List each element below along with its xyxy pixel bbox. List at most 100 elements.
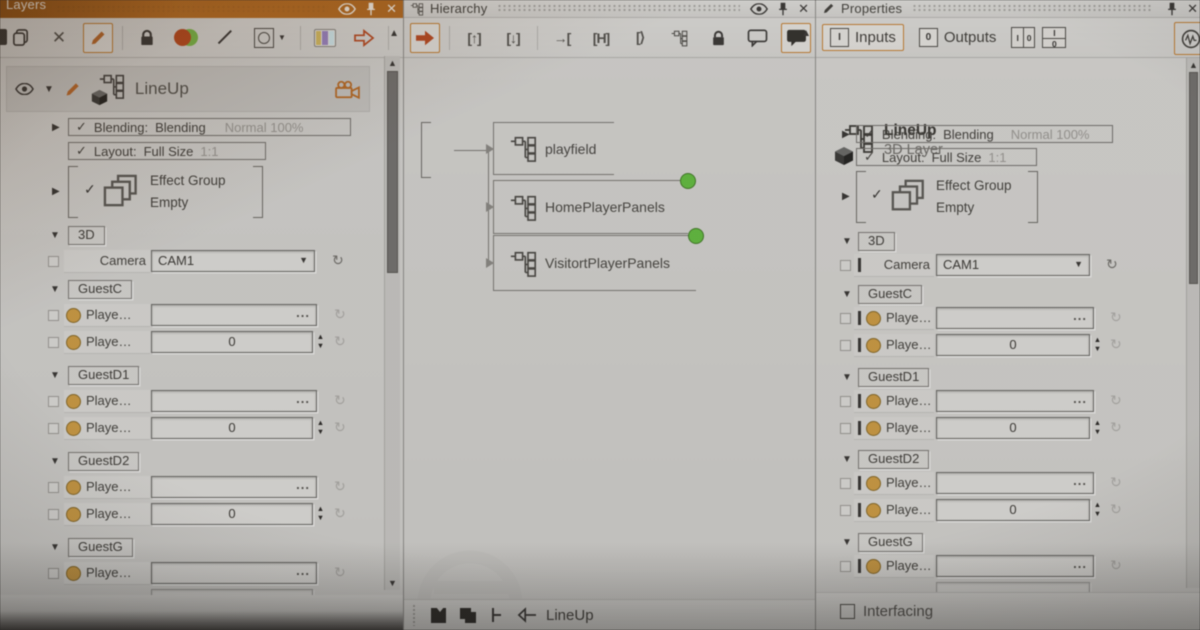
section-label[interactable]: GuestD1 bbox=[858, 368, 929, 387]
export-down-button[interactable]: [↓] bbox=[498, 23, 528, 53]
row-checkbox[interactable] bbox=[840, 260, 851, 271]
io-stacked-view-button[interactable]: I0 bbox=[1042, 27, 1066, 48]
row-checkbox[interactable] bbox=[48, 256, 59, 267]
section-label[interactable]: GuestD1 bbox=[68, 366, 139, 385]
properties-scrollbar[interactable]: ▲ bbox=[1186, 58, 1200, 588]
expander-icon[interactable]: ▶ bbox=[52, 186, 60, 197]
node-playfield[interactable]: playfield bbox=[502, 122, 614, 175]
browse-ellipsis[interactable]: ... bbox=[1073, 556, 1087, 571]
expander-icon[interactable]: ▶ bbox=[842, 129, 850, 140]
export-up-button[interactable]: [↑] bbox=[459, 23, 489, 53]
camera-dropdown[interactable]: CAM1 ▼ bbox=[151, 250, 315, 272]
toolbar-scroll-up[interactable]: ▲ bbox=[801, 28, 811, 39]
player-text-field[interactable]: ... bbox=[936, 307, 1094, 329]
section-label[interactable]: GuestD2 bbox=[858, 450, 929, 469]
pages-icon[interactable] bbox=[460, 608, 476, 623]
close-icon[interactable]: ✕ bbox=[798, 1, 809, 17]
row-checkbox[interactable] bbox=[48, 568, 59, 579]
row-checkbox[interactable] bbox=[840, 505, 851, 516]
player-text-field[interactable]: ... bbox=[151, 390, 317, 412]
row-checkbox[interactable] bbox=[48, 310, 59, 321]
stepper-control[interactable]: ▲▼ bbox=[315, 418, 326, 438]
stepper-control[interactable]: ▲▼ bbox=[1092, 500, 1103, 520]
browse-ellipsis[interactable]: ... bbox=[1073, 308, 1087, 323]
camera-dropdown[interactable]: CAM1 ▼ bbox=[936, 254, 1090, 276]
row-checkbox[interactable] bbox=[840, 478, 851, 489]
close-icon[interactable]: ✕ bbox=[1187, 1, 1198, 17]
player-text-field[interactable]: ... bbox=[936, 390, 1094, 412]
pin-icon[interactable] bbox=[362, 2, 380, 16]
reset-icon[interactable]: ↻ bbox=[1110, 392, 1122, 409]
expander-icon[interactable]: ▼ bbox=[842, 537, 852, 548]
layout-summary[interactable]: ✓ Layout: Full Size 1:1 bbox=[856, 148, 1037, 166]
section-label[interactable]: GuestD2 bbox=[68, 452, 139, 471]
state-toggle-button[interactable] bbox=[171, 23, 201, 53]
color-swatch-button[interactable] bbox=[310, 23, 340, 53]
section-label[interactable]: GuestC bbox=[68, 280, 132, 299]
row-checkbox[interactable] bbox=[48, 396, 59, 407]
branch-icon[interactable] bbox=[490, 608, 502, 622]
player-text-field[interactable]: ... bbox=[151, 304, 317, 326]
group-nodes-button[interactable]: [H] bbox=[586, 23, 616, 53]
eye-icon[interactable] bbox=[750, 2, 768, 16]
io-split-view-button[interactable]: I0 bbox=[1011, 27, 1035, 48]
hierarchy-titlebar[interactable]: Hierarchy ✕ bbox=[404, 0, 815, 18]
layer-row-lineup[interactable]: ▼ LineUp bbox=[6, 66, 370, 112]
reset-icon[interactable]: ↻ bbox=[334, 505, 346, 522]
statusbar-grip[interactable] bbox=[412, 604, 417, 626]
expander-icon[interactable]: ▼ bbox=[50, 456, 60, 467]
blending-summary[interactable]: ✓ Blending: Blending Normal 100% bbox=[68, 118, 351, 136]
reset-icon[interactable]: ↻ bbox=[1110, 336, 1122, 353]
tab-inputs[interactable]: I Inputs bbox=[822, 24, 904, 51]
node-homeplayerpanels[interactable]: HomePlayerPanels bbox=[502, 180, 688, 234]
reset-icon[interactable]: ↻ bbox=[1106, 256, 1118, 273]
lock-button[interactable] bbox=[703, 23, 733, 53]
properties-titlebar[interactable]: Properties ✕ bbox=[816, 0, 1200, 18]
eye-icon[interactable] bbox=[338, 2, 356, 16]
interfacing-checkbox[interactable] bbox=[840, 604, 855, 619]
reset-icon[interactable]: ↻ bbox=[334, 392, 346, 409]
player-number-field[interactable]: 0 bbox=[151, 503, 313, 525]
jump-arrow-button[interactable] bbox=[410, 23, 440, 53]
player-number-field[interactable]: 0 bbox=[936, 417, 1090, 439]
expander-icon[interactable]: ▼ bbox=[50, 284, 60, 295]
blending-summary[interactable]: ✓ Blending: Blending Normal 100% bbox=[856, 125, 1113, 143]
node-expander-triangle[interactable] bbox=[486, 202, 494, 212]
reset-icon[interactable]: ↻ bbox=[1110, 419, 1122, 436]
row-checkbox[interactable] bbox=[840, 423, 851, 434]
scroll-up-arrow[interactable]: ▲ bbox=[1187, 60, 1200, 70]
player-text-field[interactable]: ... bbox=[936, 555, 1094, 577]
layers-scrollbar[interactable]: ▲ ▼ bbox=[384, 56, 400, 590]
row-checkbox[interactable] bbox=[48, 337, 59, 348]
bookmark-icon[interactable] bbox=[431, 608, 446, 623]
stepper-control[interactable]: ▲▼ bbox=[315, 504, 326, 524]
tab-outputs[interactable]: 0 Outputs bbox=[911, 24, 1005, 51]
node-visitortplayerpanels[interactable]: VisitortPlayerPanels bbox=[502, 235, 696, 291]
section-label[interactable]: GuestG bbox=[858, 533, 923, 552]
stepper-control[interactable]: ▲▼ bbox=[315, 332, 326, 352]
reset-icon[interactable]: ↻ bbox=[1110, 474, 1122, 491]
row-checkbox[interactable] bbox=[840, 340, 851, 351]
comment-outline-button[interactable] bbox=[742, 23, 772, 53]
expander-icon[interactable]: ▶ bbox=[842, 191, 850, 202]
layer-visibility-eye-icon[interactable] bbox=[15, 83, 34, 95]
tree-view-button[interactable] bbox=[664, 23, 694, 53]
layout-summary[interactable]: ✓ Layout: Full Size 1:1 bbox=[68, 142, 266, 160]
player-number-field[interactable]: 0 bbox=[936, 499, 1090, 521]
player-text-field[interactable]: ... bbox=[151, 562, 317, 584]
section-label[interactable]: 3D bbox=[68, 226, 105, 245]
scroll-down-arrow[interactable]: ▼ bbox=[385, 578, 400, 588]
reset-icon[interactable]: ↻ bbox=[334, 478, 346, 495]
expander-icon[interactable]: ▼ bbox=[50, 230, 60, 241]
browse-ellipsis[interactable]: ... bbox=[296, 391, 310, 406]
expander-icon[interactable]: ▼ bbox=[50, 370, 60, 381]
browse-ellipsis[interactable]: ... bbox=[296, 305, 310, 320]
node-expander-triangle[interactable] bbox=[486, 144, 494, 154]
expander-icon[interactable]: ▼ bbox=[842, 289, 852, 300]
browse-ellipsis[interactable]: ... bbox=[296, 477, 310, 492]
row-checkbox[interactable] bbox=[840, 396, 851, 407]
scroll-up-arrow[interactable]: ▲ bbox=[385, 58, 400, 68]
pin-icon[interactable] bbox=[1163, 2, 1181, 16]
line-tool-button[interactable] bbox=[210, 23, 240, 53]
camera-icon[interactable] bbox=[334, 80, 361, 99]
